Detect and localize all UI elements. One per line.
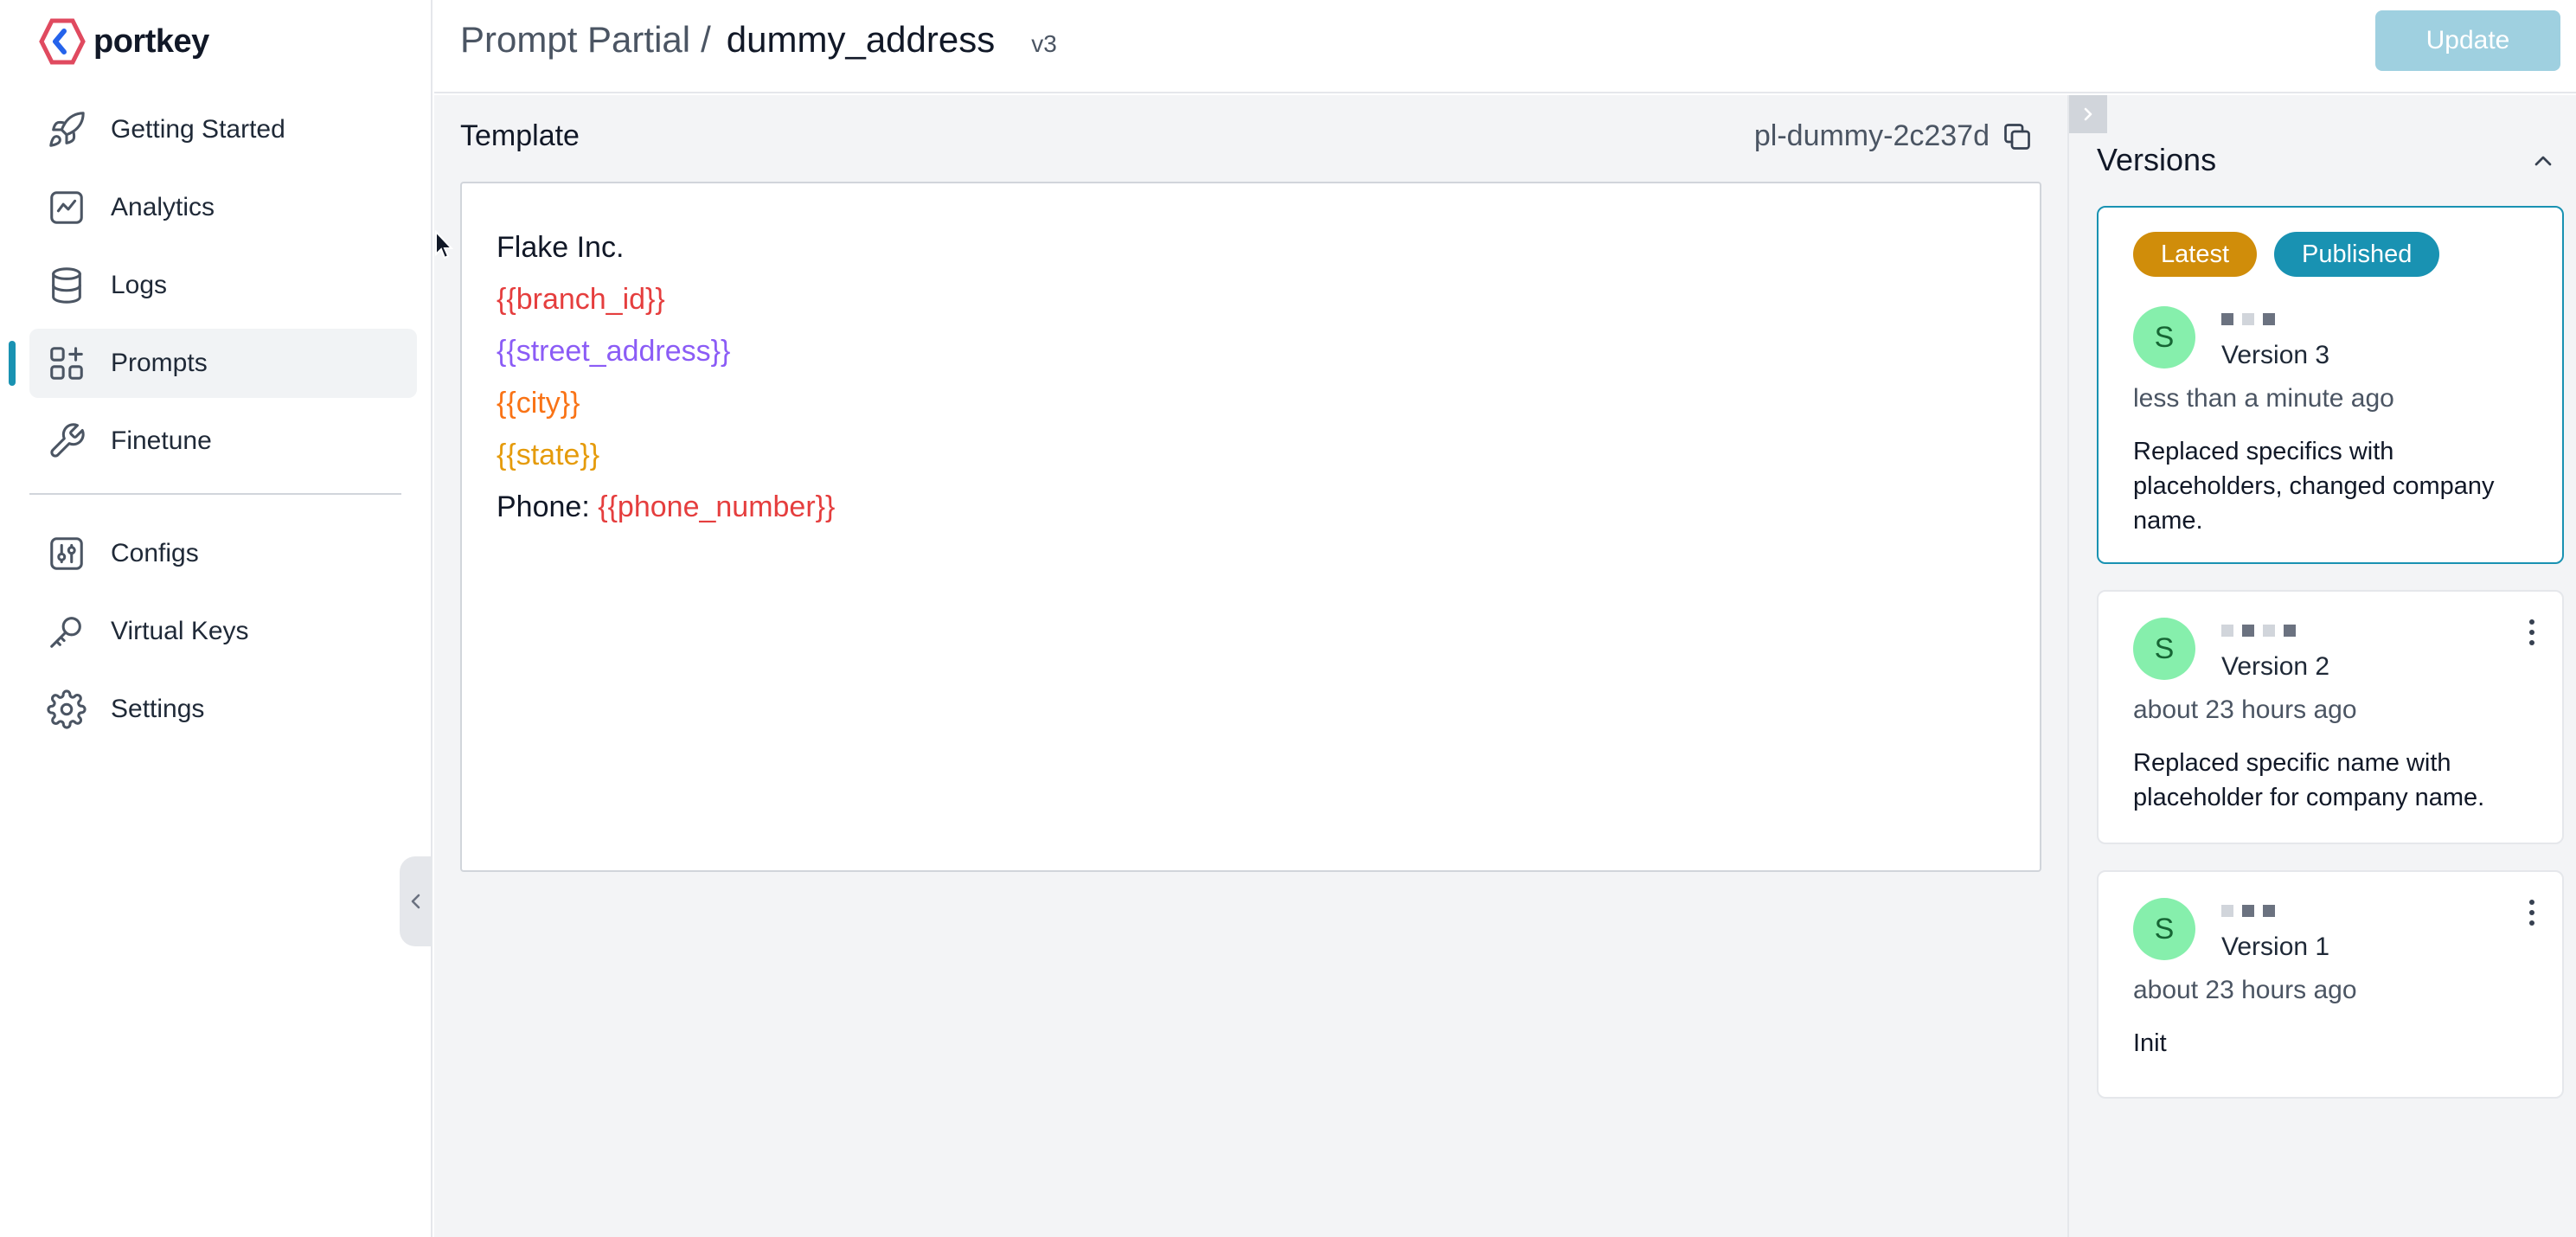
- version-description: Replaced specific name with placeholder …: [2133, 749, 2485, 811]
- redacted-author: [2221, 625, 2296, 637]
- avatar: S: [2133, 898, 2195, 960]
- template-phone-prefix: Phone:: [497, 490, 599, 523]
- template-panel: Template pl-dummy-2c237d Flake Inc. {{br…: [434, 95, 2067, 1237]
- version-timestamp: about 23 hours ago: [2133, 976, 2357, 1004]
- template-title: Template: [460, 119, 580, 152]
- version-card-3[interactable]: Latest Published S Version 3 less than a…: [2097, 206, 2564, 564]
- database-icon: [47, 266, 87, 305]
- page-header: Prompt Partial / dummy_address v3 Update: [434, 0, 2576, 93]
- versions-title: Versions: [2097, 142, 2217, 177]
- template-variable-branch-id: {{branch_id}}: [497, 283, 665, 316]
- redacted-author: [2221, 905, 2275, 917]
- template-variable-phone-number: {{phone_number}}: [598, 490, 836, 523]
- version-card-1[interactable]: S Version 1 about 23 hours ago Init: [2097, 870, 2564, 1099]
- sidebar-nav: Getting Started Analytics Logs Prompts F…: [9, 95, 417, 753]
- avatar: S: [2133, 306, 2195, 369]
- sidebar: portkey Getting Started Analytics Logs P…: [0, 0, 433, 1237]
- template-line-company: Flake Inc.: [497, 231, 625, 264]
- portkey-logo-icon: [39, 18, 86, 65]
- chart-line-icon: [47, 188, 87, 228]
- version-label: Version 2: [2221, 652, 2330, 681]
- versions-panel: Versions Latest Published S Version 3 le…: [2067, 95, 2576, 1237]
- key-icon: [47, 612, 87, 651]
- sidebar-item-label: Finetune: [111, 426, 212, 455]
- sidebar-item-getting-started[interactable]: Getting Started: [29, 95, 417, 164]
- chevron-right-icon: [2084, 107, 2092, 121]
- sidebar-item-prompts[interactable]: Prompts: [9, 329, 417, 398]
- breadcrumb-separator: /: [701, 19, 711, 60]
- sidebar-item-label: Analytics: [111, 193, 215, 221]
- breadcrumb: Prompt Partial / dummy_address v3: [460, 19, 1057, 61]
- latest-badge: Latest: [2133, 232, 2257, 277]
- page-title: dummy_address: [726, 19, 996, 60]
- template-variable-state: {{state}}: [497, 439, 600, 471]
- avatar: S: [2133, 618, 2195, 680]
- sidebar-item-label: Configs: [111, 539, 199, 567]
- template-variable-street-address: {{street_address}}: [497, 335, 731, 368]
- version-timestamp: less than a minute ago: [2133, 384, 2394, 413]
- version-card-2[interactable]: S Version 2 about 23 hours ago Replaced …: [2097, 590, 2564, 844]
- template-editor[interactable]: Flake Inc. {{branch_id}} {{street_addres…: [460, 182, 2041, 872]
- chevron-left-icon: [411, 894, 420, 909]
- gear-icon: [47, 689, 87, 729]
- more-vertical-icon[interactable]: [2528, 898, 2536, 927]
- grid-plus-icon: [47, 343, 87, 383]
- sidebar-item-logs[interactable]: Logs: [29, 251, 417, 320]
- sidebar-item-label: Logs: [111, 271, 168, 299]
- published-badge: Published: [2274, 232, 2440, 277]
- breadcrumb-parent-link[interactable]: Prompt Partial: [460, 19, 690, 61]
- copy-icon[interactable]: [2002, 121, 2033, 152]
- sidebar-item-label: Settings: [111, 695, 205, 723]
- wrench-icon: [47, 421, 87, 461]
- version-tag: v3: [1031, 30, 1057, 57]
- template-variable-city: {{city}}: [497, 387, 580, 420]
- sliders-icon: [47, 534, 87, 574]
- sidebar-item-label: Getting Started: [111, 115, 285, 144]
- brand-name: portkey: [93, 22, 209, 60]
- sidebar-item-analytics[interactable]: Analytics: [29, 173, 417, 242]
- mouse-cursor-icon: [435, 230, 453, 260]
- sidebar-item-settings[interactable]: Settings: [29, 675, 417, 744]
- version-description: Init: [2133, 1029, 2167, 1057]
- sidebar-collapse-button[interactable]: [400, 856, 433, 946]
- version-badges: Latest Published: [2133, 232, 2440, 277]
- version-label: Version 3: [2221, 341, 2330, 369]
- sidebar-item-finetune[interactable]: Finetune: [29, 407, 417, 476]
- version-label: Version 1: [2221, 933, 2330, 961]
- sidebar-item-label: Virtual Keys: [111, 617, 249, 645]
- brand-logo[interactable]: portkey: [38, 17, 209, 66]
- more-vertical-icon[interactable]: [2528, 618, 2536, 647]
- template-id: pl-dummy-2c237d: [1753, 119, 1990, 152]
- sidebar-item-configs[interactable]: Configs: [29, 519, 417, 588]
- redacted-author: [2221, 313, 2275, 325]
- chevron-up-icon[interactable]: [2529, 147, 2557, 175]
- version-description: Replaced specifics with placeholders, ch…: [2133, 438, 2495, 535]
- panel-toggle-button[interactable]: [2069, 95, 2107, 133]
- sidebar-item-label: Prompts: [111, 349, 208, 377]
- template-line-phone: Phone: {{phone_number}}: [497, 481, 2005, 533]
- version-timestamp: about 23 hours ago: [2133, 695, 2357, 724]
- sidebar-divider: [29, 493, 401, 495]
- sidebar-item-virtual-keys[interactable]: Virtual Keys: [29, 597, 417, 666]
- rocket-icon: [47, 110, 87, 150]
- update-button[interactable]: Update: [2375, 10, 2560, 71]
